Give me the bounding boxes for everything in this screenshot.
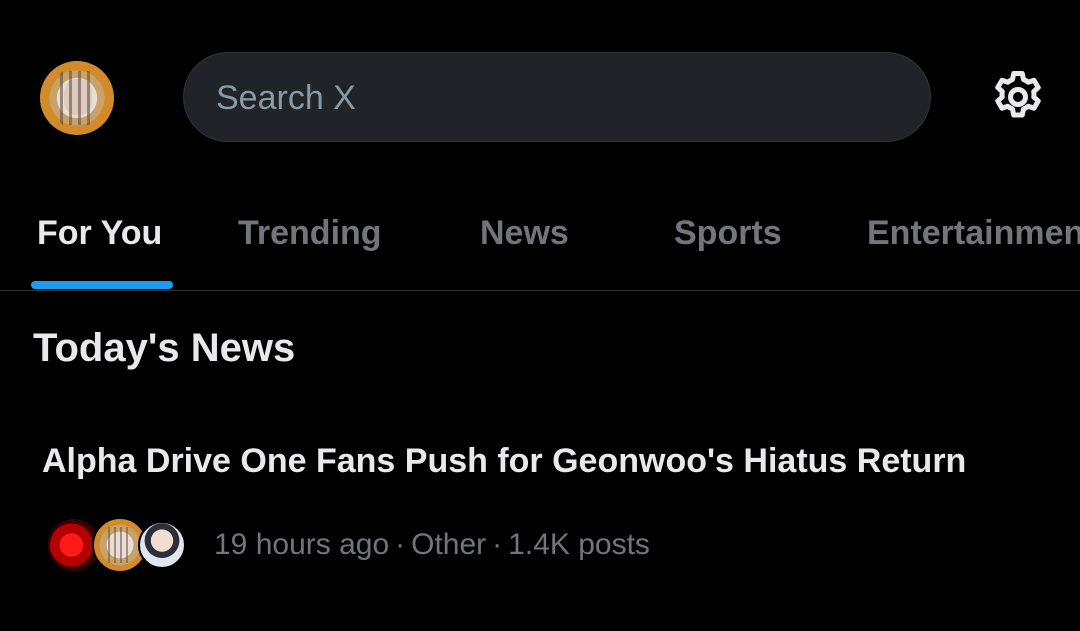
tabs-divider (0, 290, 1080, 291)
gear-icon[interactable] (988, 67, 1048, 127)
avatar (138, 521, 186, 569)
tab-trending[interactable]: Trending (238, 213, 382, 253)
separator-dot: · (492, 528, 503, 561)
tab-news[interactable]: News (480, 213, 569, 253)
avatar-bars (60, 71, 94, 125)
profile-avatar[interactable] (40, 61, 114, 135)
separator-dot: · (395, 528, 406, 561)
section-title: Today's News (33, 326, 296, 370)
news-meta: 19 hours ago · Other · 1.4K posts (214, 527, 650, 563)
news-category: Other (411, 528, 487, 561)
participant-avatars (42, 517, 192, 573)
top-bar: Search X (0, 0, 1080, 195)
explore-page: Search X For You Trending News Sports En… (0, 0, 1080, 631)
tab-sports[interactable]: Sports (674, 213, 782, 253)
news-post-count: 1.4K posts (508, 528, 650, 561)
news-time: 19 hours ago (214, 528, 390, 561)
news-headline[interactable]: Alpha Drive One Fans Push for Geonwoo's … (42, 441, 966, 481)
active-tab-indicator (31, 281, 173, 289)
search-input[interactable]: Search X (183, 52, 931, 142)
search-placeholder: Search X (216, 79, 356, 117)
explore-tabs: For You Trending News Sports Entertainme… (0, 195, 1080, 291)
tab-entertainment[interactable]: Entertainment (867, 213, 1080, 253)
tab-for-you[interactable]: For You (37, 213, 162, 253)
news-item[interactable]: Alpha Drive One Fans Push for Geonwoo's … (0, 425, 1080, 595)
